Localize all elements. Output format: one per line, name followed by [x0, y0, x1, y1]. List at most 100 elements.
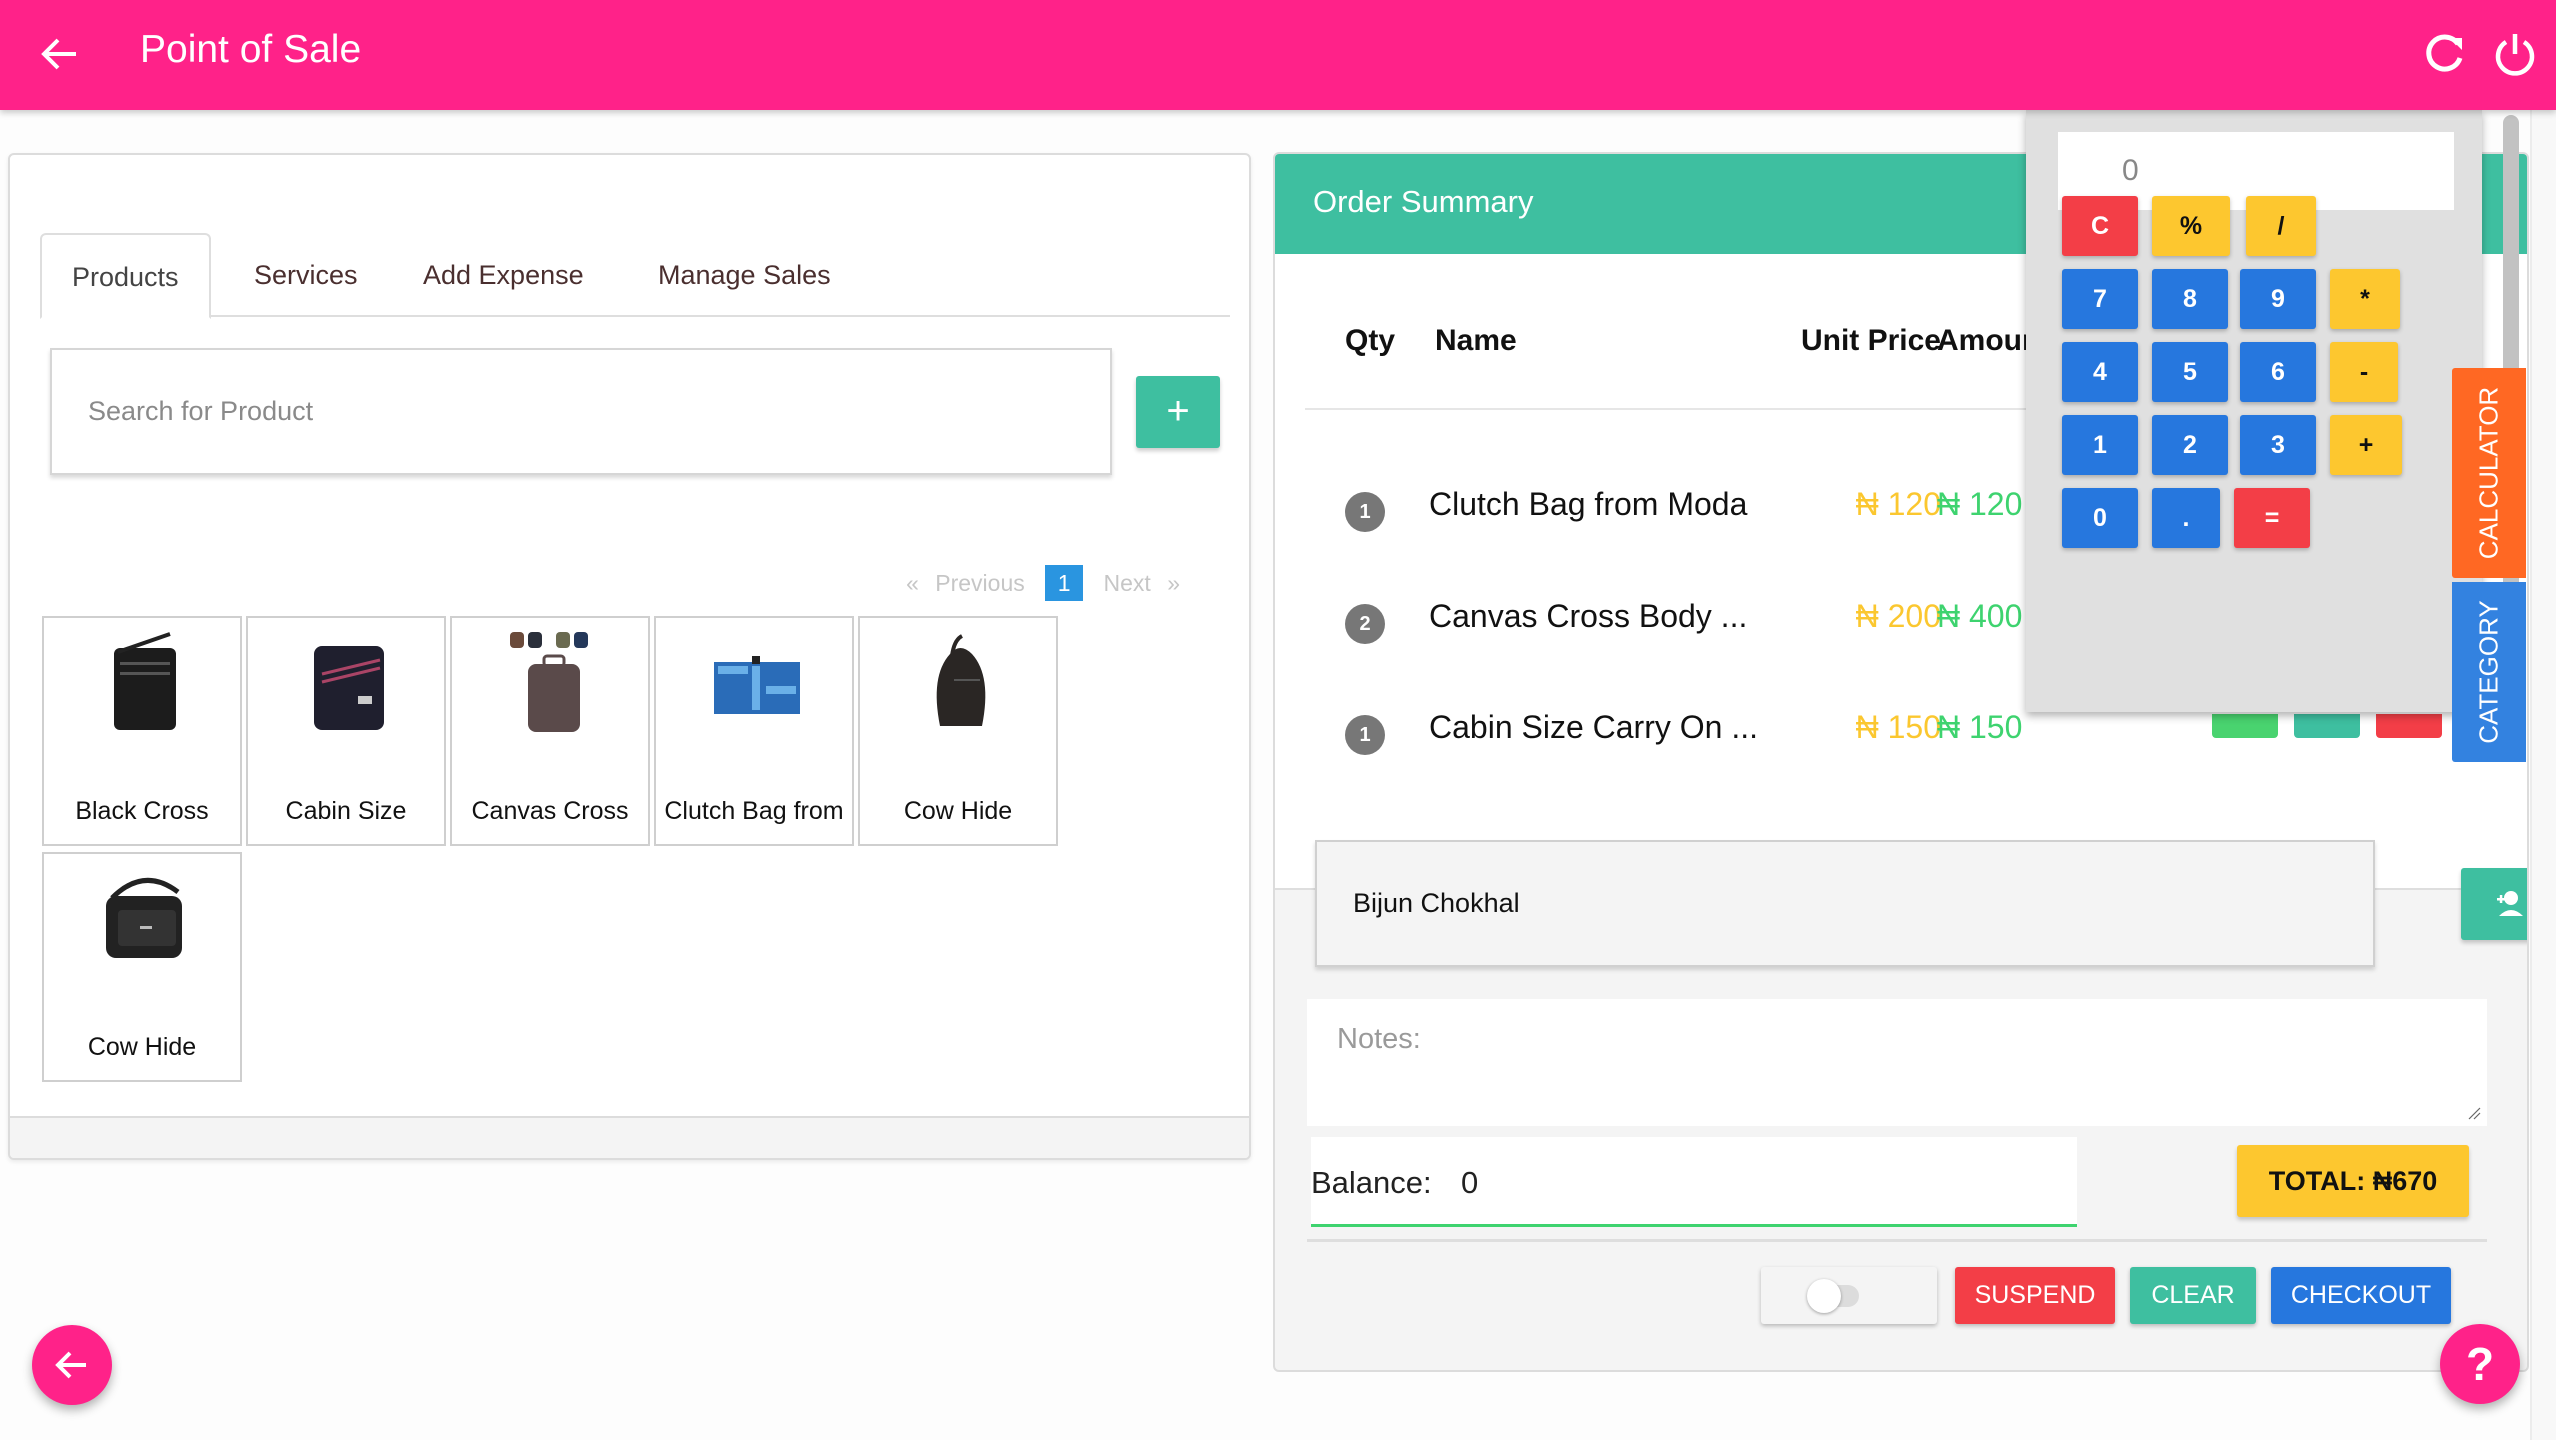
calc-key[interactable]: 6 [2240, 342, 2316, 402]
total-badge: TOTAL: ₦670 [2237, 1145, 2469, 1217]
tab-add-expense[interactable]: Add Expense [393, 233, 614, 317]
product-image-clutch-bag [714, 656, 800, 714]
category-tab-label: CATEGORY [2473, 600, 2504, 744]
calc-key[interactable]: / [2246, 196, 2316, 256]
product-tile[interactable]: Cow Hide [42, 852, 242, 1082]
clear-button[interactable]: CLEAR [2130, 1267, 2256, 1324]
notes-textarea[interactable] [1307, 999, 2487, 1126]
resize-grip-icon[interactable] [2467, 1106, 2481, 1120]
order-summary-title: Order Summary [1313, 184, 1534, 219]
arrow-left-icon [55, 1351, 86, 1379]
product-search-input[interactable] [50, 348, 1112, 475]
product-image-cabin-size-bag [314, 646, 384, 730]
power-icon [2495, 34, 2535, 76]
product-name: Cow Hide [903, 797, 1013, 825]
calc-key[interactable]: 2 [2152, 415, 2228, 475]
product-name: Canvas Cross [471, 797, 629, 825]
tab-bar: Products Services Add Expense Manage Sal… [40, 233, 1230, 319]
calc-key[interactable]: 0 [2062, 488, 2138, 548]
toggle-switch[interactable] [1761, 1267, 1937, 1324]
item-name: Canvas Cross Body ... [1429, 598, 1748, 634]
products-panel: Products Services Add Expense Manage Sal… [8, 153, 1251, 1160]
prev-page-link[interactable]: Previous [935, 570, 1024, 597]
suspend-button[interactable]: SUSPEND [1955, 1267, 2115, 1324]
calc-key[interactable]: = [2234, 488, 2310, 548]
category-tab[interactable]: CATEGORY [2452, 582, 2526, 762]
calc-key[interactable]: . [2152, 488, 2220, 548]
calc-key[interactable]: 3 [2240, 415, 2316, 475]
tab-services[interactable]: Services [224, 233, 388, 317]
product-tile[interactable]: Black Cross [42, 616, 242, 846]
product-image-cow-hide-backpack [936, 634, 986, 726]
page-title: Point of Sale [140, 28, 362, 71]
calculator-tab-label: CALCULATOR [2473, 386, 2504, 560]
add-customer-button[interactable] [2461, 868, 2527, 940]
item-amount: ₦ 120 [1937, 486, 2023, 522]
product-tile[interactable]: Canvas Cross [450, 616, 650, 846]
help-fab[interactable]: ? [2440, 1324, 2520, 1404]
col-unit-price: Unit Price [1800, 324, 1941, 357]
calc-key[interactable]: - [2330, 342, 2398, 402]
calc-key[interactable]: C [2062, 196, 2138, 256]
tab-products[interactable]: Products [40, 233, 211, 319]
divider [1307, 1239, 2487, 1242]
item-amount: ₦ 150 [1937, 709, 2023, 745]
arrow-left-icon [41, 38, 76, 70]
checkout-button[interactable]: CHECKOUT [2271, 1267, 2451, 1324]
edit-item-button[interactable] [2294, 714, 2360, 738]
add-product-button[interactable]: + [1136, 376, 1220, 448]
product-image-canvas-cross-bag [510, 632, 588, 732]
qty-badge: 1 [1345, 715, 1385, 755]
product-tile[interactable]: Cow Hide [858, 616, 1058, 846]
calculator-tab[interactable]: CALCULATOR [2452, 368, 2526, 578]
page-1-button[interactable]: 1 [1045, 565, 1084, 601]
increase-qty-button[interactable] [2212, 714, 2278, 738]
calc-key[interactable]: % [2152, 196, 2230, 256]
calc-key[interactable]: + [2330, 415, 2402, 475]
app-header: Point of Sale [0, 0, 2556, 110]
product-name: Cow Hide [87, 1033, 197, 1061]
refresh-button[interactable] [2420, 28, 2470, 78]
customer-field[interactable] [1315, 840, 2375, 967]
power-button[interactable] [2490, 28, 2540, 78]
panel-footer [10, 1116, 1249, 1158]
remove-item-button[interactable] [2376, 714, 2442, 738]
calc-key[interactable]: * [2330, 269, 2400, 329]
back-button[interactable] [36, 30, 84, 78]
back-fab[interactable] [32, 1325, 112, 1405]
calc-key[interactable]: 7 [2062, 269, 2138, 329]
add-user-icon [2497, 891, 2523, 916]
item-amount: ₦ 400 [1937, 598, 2023, 634]
calc-key[interactable]: 8 [2152, 269, 2228, 329]
product-image-black-crossbody-bag [114, 632, 176, 730]
page-scroll-gutter [2530, 110, 2556, 1440]
balance-field[interactable]: Balance: 0 [1311, 1137, 2077, 1227]
col-qty: Qty [1345, 324, 1396, 357]
item-unit-price: ₦ 200 [1855, 598, 1941, 634]
product-tile[interactable]: Clutch Bag from [654, 616, 854, 846]
product-name: Clutch Bag from [664, 797, 844, 825]
item-unit-price: ₦ 120 [1855, 486, 1941, 522]
calc-key[interactable]: 5 [2152, 342, 2228, 402]
prev-arrow: « [906, 569, 919, 596]
item-unit-price: ₦ 150 [1855, 709, 1941, 745]
col-name: Name [1435, 324, 1517, 357]
item-name: Cabin Size Carry On ... [1429, 709, 1758, 745]
refresh-icon [2426, 34, 2463, 72]
next-arrow: » [1167, 569, 1180, 596]
balance-label: Balance: [1311, 1165, 1432, 1200]
pagination: « Previous 1 Next » [10, 565, 1190, 601]
calculator-panel: 0 C%/7 8 9 * 4 5 6-1 2 3 +0. = [2026, 110, 2482, 712]
calc-key[interactable]: 4 [2062, 342, 2138, 402]
next-page-link[interactable]: Next [1104, 570, 1151, 597]
product-name: Cabin Size [285, 797, 407, 825]
product-tile[interactable]: Cabin Size [246, 616, 446, 846]
qty-badge: 2 [1345, 604, 1385, 644]
qty-badge: 1 [1345, 492, 1385, 532]
toggle-knob [1807, 1279, 1841, 1313]
balance-value: 0 [1461, 1165, 1479, 1200]
tab-manage-sales[interactable]: Manage Sales [628, 233, 861, 317]
product-name: Black Cross [75, 797, 209, 825]
calc-key[interactable]: 1 [2062, 415, 2138, 475]
calc-key[interactable]: 9 [2240, 269, 2316, 329]
